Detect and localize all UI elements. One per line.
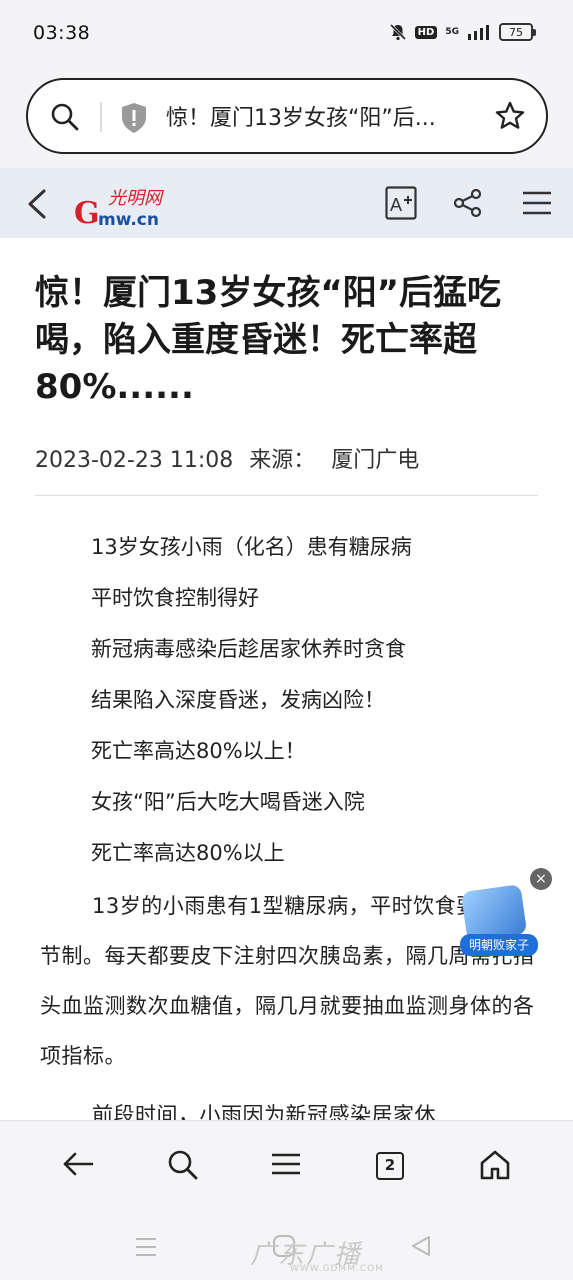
divider <box>35 495 538 496</box>
source-label: 来源： <box>249 448 316 473</box>
home-icon[interactable] <box>479 1149 511 1181</box>
status-time: 03:38 <box>33 22 91 44</box>
back-arrow-icon[interactable] <box>24 188 50 220</box>
address-bar[interactable]: 惊！厦门13岁女孩“阳”后... <box>26 78 548 154</box>
watermark-url: WWW.GDMM.COM <box>290 1264 384 1274</box>
logo-domain: mw.cn <box>98 210 159 230</box>
summary-line: 死亡率高达80%以上！ <box>91 739 306 763</box>
site-logo[interactable]: 光明网 G mw.cn <box>74 182 184 231</box>
recent-apps-icon[interactable] <box>134 1236 158 1258</box>
logo-letter: G <box>74 196 100 231</box>
menu-icon[interactable] <box>271 1149 301 1179</box>
address-divider <box>100 102 102 132</box>
article-meta: 2023-02-23 11:08 来源： 厦门广电 <box>35 442 435 474</box>
mute-bell-icon <box>389 23 406 41</box>
svg-text:A: A <box>390 195 402 215</box>
ad-label[interactable]: 明朝败家子 <box>460 934 538 956</box>
search-icon[interactable] <box>167 1149 199 1181</box>
browser-toolbar: 惊！厦门13岁女孩“阳”后... <box>0 62 573 168</box>
system-navigation-bar: 广东广播 WWW.GDMM.COM <box>0 1214 573 1280</box>
menu-icon[interactable] <box>522 190 552 216</box>
bookmark-star-icon[interactable] <box>494 100 526 132</box>
font-size-icon[interactable]: A <box>385 186 417 220</box>
shield-icon[interactable] <box>120 102 148 134</box>
floating-ad[interactable]: × 明朝败家子 <box>458 868 552 960</box>
status-bar: 03:38 HD 5G 75 <box>0 0 573 62</box>
battery-icon: 75 <box>499 23 536 41</box>
ad-close-button[interactable]: × <box>530 868 552 890</box>
share-icon[interactable] <box>453 188 483 218</box>
summary-line: 平时饮食控制得好 <box>91 586 259 610</box>
network-label: 5G <box>445 27 459 37</box>
summary-line: 结果陷入深度昏迷，发病凶险！ <box>91 688 385 712</box>
status-icons: HD 5G 75 <box>389 20 536 44</box>
summary-line: 新冠病毒感染后趁居家休养时贪食 <box>91 637 406 661</box>
article-source: 厦门广电 <box>331 448 420 473</box>
logo-mark: 光明网 <box>108 188 162 209</box>
back-icon[interactable] <box>62 1149 94 1179</box>
search-icon[interactable] <box>50 102 80 132</box>
summary-lines: 13岁女孩小雨（化名）患有糖尿病 平时饮食控制得好 新冠病毒感染后趁居家休养时贪… <box>91 531 412 888</box>
back-gesture-icon[interactable] <box>410 1235 432 1257</box>
article-date: 2023-02-23 11:08 <box>35 448 234 473</box>
tabs-button[interactable]: 2 <box>376 1152 404 1180</box>
summary-line: 13岁女孩小雨（化名）患有糖尿病 <box>91 535 412 559</box>
hd-badge: HD <box>414 25 438 39</box>
article: 惊！厦门13岁女孩“阳”后猛吃喝，陷入重度昏迷！死亡率超80%...... 20… <box>0 238 573 1120</box>
page-title-url[interactable]: 惊！厦门13岁女孩“阳”后... <box>166 100 466 132</box>
article-paragraph: 前段时间，小雨因为新冠感染居家休 <box>92 1103 436 1120</box>
site-header: 光明网 G mw.cn A <box>0 168 573 238</box>
summary-line: 女孩“阳”后大吃大喝昏迷入院 <box>91 790 365 814</box>
article-title: 惊！厦门13岁女孩“阳”后猛吃喝，陷入重度昏迷！死亡率超80%...... <box>35 273 502 407</box>
signal-icon <box>468 25 489 40</box>
bottom-navigation: 2 <box>0 1120 573 1214</box>
battery-level: 75 <box>509 25 523 39</box>
